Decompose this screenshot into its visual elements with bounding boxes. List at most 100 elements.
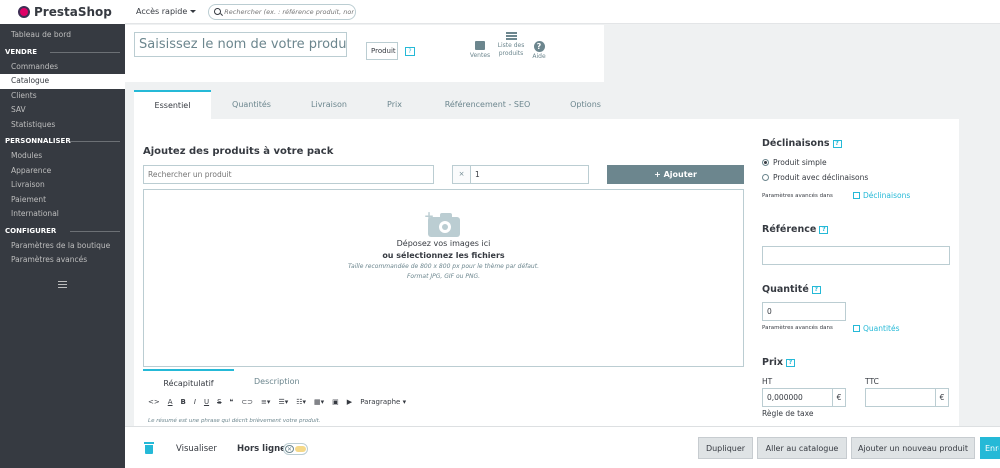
sidebar-item-apparence[interactable]: Apparence — [0, 164, 125, 179]
quantites-link-label: Quantités — [863, 324, 900, 333]
sidebar-item-tableau-de-bord[interactable]: Tableau de bord — [0, 28, 125, 43]
sidebar-item-international[interactable]: International — [0, 207, 125, 222]
quick-access-label: Accès rapide — [136, 7, 188, 16]
sidebar-item-sav[interactable]: SAV — [0, 103, 125, 118]
trash-icon[interactable] — [144, 442, 154, 454]
numbered-list-icon[interactable]: ☷▾ — [296, 398, 306, 406]
pack-quantity-field[interactable]: × 1 — [452, 165, 589, 184]
qty-prefix: × — [453, 166, 471, 183]
align-icon[interactable]: ≡▾ — [261, 398, 270, 406]
drop-text: Déposez vos images ici — [396, 239, 491, 248]
summary-hint: Le résumé est une phrase qui décrit briè… — [148, 418, 321, 424]
quantites-link[interactable]: Quantités — [853, 324, 900, 333]
quantity-title: Quantité? — [762, 284, 821, 295]
header-search[interactable] — [208, 3, 357, 20]
help-icon[interactable]: ? — [819, 226, 829, 234]
chevron-down-icon — [190, 10, 197, 13]
product-list-button[interactable]: Liste des produits — [497, 32, 525, 58]
menu-collapse-icon[interactable] — [58, 280, 67, 288]
help-icon[interactable]: ? — [786, 359, 796, 367]
product-type-select[interactable]: Produit — [366, 42, 398, 60]
table-icon[interactable]: ▦▾ — [314, 398, 324, 406]
quick-access-dropdown[interactable]: Accès rapide — [136, 7, 197, 16]
qty-value[interactable]: 1 — [471, 166, 588, 183]
drop-format-hint: Format JPG, GIF ou PNG. — [406, 273, 481, 280]
tab-recapitulatif[interactable]: Récapitulatif — [143, 369, 234, 389]
editor-toolbar: <> A B I U S ❝ ⊂⊃ ≡▾ ☰▾ ☷▾ ▦▾ ▣ ▶ Paragr… — [148, 398, 406, 406]
sidebar-item-catalogue[interactable]: Catalogue — [0, 74, 125, 89]
radio-simple-label: Produit simple — [773, 158, 827, 167]
declinaisons-link[interactable]: Déclinaisons — [853, 191, 910, 200]
price-ttc-input[interactable]: € — [865, 388, 949, 407]
quantity-adv-text: Paramètres avancés dans — [762, 325, 833, 331]
select-files-link[interactable]: ou sélectionnez les fichiers — [144, 251, 743, 260]
strikethrough-icon[interactable]: S — [217, 398, 221, 406]
prestashop-logo-icon — [18, 6, 30, 18]
sidebar-item-param-tres-de-la-boutique[interactable]: Paramètres de la boutique — [0, 239, 125, 254]
declinaisons-title: Déclinaisons? — [762, 138, 842, 149]
text-color-icon[interactable]: A — [168, 398, 173, 406]
add-product-button[interactable]: + Ajouter — [607, 165, 744, 184]
online-toggle[interactable]: ✕ — [283, 443, 308, 455]
sidebar-section-personnaliser: PERSONNALISER — [0, 134, 125, 149]
price-ht-label: HT — [762, 377, 773, 386]
tab-seo[interactable]: Référencement - SEO — [423, 90, 552, 119]
toggle-track — [295, 446, 306, 452]
logo[interactable]: PrestaShop — [0, 0, 125, 24]
link-icon[interactable]: ⊂⊃ — [241, 398, 253, 406]
image-icon[interactable]: ▣ — [332, 398, 339, 406]
radio-with-label: Produit avec déclinaisons — [773, 173, 869, 182]
reference-input[interactable] — [762, 246, 950, 265]
external-link-icon — [853, 325, 860, 332]
sidebar-item-statistiques[interactable]: Statistiques — [0, 118, 125, 133]
preview-button[interactable]: Visualiser — [176, 444, 217, 454]
help-icon[interactable]: ? — [832, 140, 842, 148]
help-button[interactable]: ? Aide — [528, 41, 550, 61]
price-ht-value[interactable]: 0,000000 — [763, 389, 832, 406]
help-icon[interactable]: ? — [811, 286, 821, 294]
product-name-input[interactable]: Saisissez le nom de votre produit — [134, 32, 347, 57]
tab-essentiel[interactable]: Essentiel — [134, 90, 211, 119]
source-code-icon[interactable]: <> — [148, 398, 160, 406]
tab-livraison[interactable]: Livraison — [292, 90, 366, 119]
italic-icon[interactable]: I — [194, 398, 196, 406]
pack-search-input[interactable] — [143, 165, 434, 184]
header-search-input[interactable] — [224, 7, 355, 16]
duplicate-button[interactable]: Dupliquer — [698, 437, 753, 459]
sidebar-item-clients[interactable]: Clients — [0, 89, 125, 104]
sales-button[interactable]: Ventes — [465, 41, 495, 60]
sidebar-item-param-tres-avanc-s[interactable]: Paramètres avancés — [0, 253, 125, 268]
tab-description[interactable]: Description — [234, 369, 320, 389]
price-ht-input[interactable]: 0,000000 € — [762, 388, 846, 407]
sales-label: Ventes — [469, 52, 491, 59]
tab-quantites[interactable]: Quantités — [211, 90, 292, 119]
save-button[interactable]: Enregistrer — [980, 437, 1000, 459]
go-catalog-button[interactable]: Aller au catalogue — [757, 437, 847, 459]
product-tabs: Essentiel Quantités Livraison Prix Référ… — [134, 90, 619, 119]
add-photo-icon: + — [424, 209, 460, 237]
tax-rule-label: Règle de taxe — [762, 409, 814, 418]
paragraph-select[interactable]: Paragraphe ▾ — [360, 398, 406, 406]
radio-simple-product[interactable]: Produit simple — [762, 158, 827, 167]
product-list-label: Liste des produits — [497, 41, 525, 57]
external-link-icon — [853, 192, 860, 199]
product-header: Saisissez le nom de votre produit Produi… — [125, 25, 604, 82]
price-title: Prix? — [762, 357, 796, 368]
sidebar-item-livraison[interactable]: Livraison — [0, 178, 125, 193]
add-new-product-button[interactable]: Ajouter un nouveau produit — [851, 437, 975, 459]
tab-prix[interactable]: Prix — [366, 90, 423, 119]
underline-icon[interactable]: U — [204, 398, 209, 406]
quote-icon[interactable]: ❝ — [230, 398, 234, 406]
bold-icon[interactable]: B — [181, 398, 186, 406]
help-icon[interactable]: ? — [405, 47, 415, 56]
radio-with-combinations[interactable]: Produit avec déclinaisons — [762, 173, 868, 182]
media-icon[interactable]: ▶ — [347, 398, 352, 406]
image-dropzone[interactable]: + Déposez vos images ici ou sélectionnez… — [143, 189, 744, 367]
quantity-input[interactable]: 0 — [762, 302, 846, 321]
sidebar-item-commandes[interactable]: Commandes — [0, 60, 125, 75]
price-ttc-value[interactable] — [866, 389, 935, 406]
sidebar-item-modules[interactable]: Modules — [0, 149, 125, 164]
bullet-list-icon[interactable]: ☰▾ — [278, 398, 288, 406]
sidebar-item-paiement[interactable]: Paiement — [0, 193, 125, 208]
tab-options[interactable]: Options — [552, 90, 619, 119]
